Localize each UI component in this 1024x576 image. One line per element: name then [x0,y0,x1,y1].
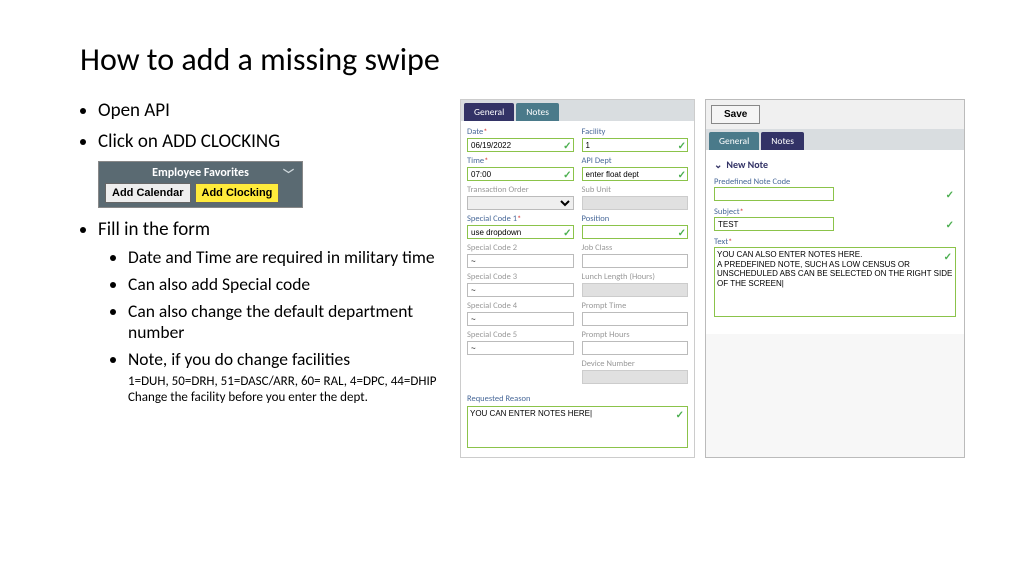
chevron-down-icon[interactable]: ﹀ [283,166,294,182]
add-calendar-button[interactable]: Add Calendar [105,183,191,203]
check-icon: ✓ [563,139,571,152]
favorites-title: Employee Favorites ﹀ [105,166,296,180]
add-clocking-button[interactable]: Add Clocking [195,183,280,203]
clocking-form-screenshot: General Notes Date*✓ Time*✓ Transaction … [460,99,695,458]
special-code-4-field[interactable] [467,312,574,326]
check-icon: ✓ [946,188,954,201]
sub-date-time: Date and Time are required in military t… [128,247,440,268]
check-icon: ✓ [946,218,954,231]
transaction-order-select[interactable] [467,196,574,210]
predefined-note-code-field[interactable] [714,187,834,201]
date-field[interactable] [467,138,574,152]
check-icon: ✓ [678,168,686,181]
save-button[interactable]: Save [711,105,760,124]
sub-facilities: Note, if you do change facilities [128,349,440,370]
bullet-add-clocking: Click on ADD CLOCKING [98,130,440,153]
tab-general[interactable]: General [464,103,514,121]
special-code-5-field[interactable] [467,341,574,355]
prompt-time-field[interactable] [582,312,689,326]
lunch-length-field [582,283,689,297]
api-dept-field[interactable] [582,167,689,181]
special-code-1-field[interactable] [467,225,574,239]
notes-screenshot: Save General Notes ⌄New Note Predefined … [705,99,965,458]
device-number-field [582,370,689,384]
tab-notes-2[interactable]: Notes [761,132,804,150]
tab-notes[interactable]: Notes [516,103,559,121]
bullet-open-api: Open API [98,99,440,122]
facilities-detail: 1=DUH, 50=DRH, 51=DASC/ARR, 60= RAL, 4=D… [128,374,440,405]
page-title: How to add a missing swipe [80,40,944,79]
check-icon: ✓ [676,408,684,421]
special-code-3-field[interactable] [467,283,574,297]
subject-field[interactable] [714,217,834,231]
check-icon: ✓ [563,226,571,239]
tab-general-2[interactable]: General [709,132,759,150]
note-text-textarea[interactable] [714,247,956,317]
special-code-2-field[interactable] [467,254,574,268]
new-note-header[interactable]: ⌄New Note [714,158,956,171]
job-class-field[interactable] [582,254,689,268]
requested-reason-textarea[interactable] [467,406,688,448]
check-icon: ✓ [678,139,686,152]
sub-special-code: Can also add Special code [128,274,440,295]
facility-field[interactable] [582,138,689,152]
chevron-down-icon: ⌄ [714,158,722,171]
bullet-fill-form: Fill in the form Date and Time are requi… [98,218,440,405]
check-icon: ✓ [563,168,571,181]
prompt-hours-field[interactable] [582,341,689,355]
check-icon: ✓ [944,250,952,263]
employee-favorites-widget: Employee Favorites ﹀ Add Calendar Add Cl… [98,161,303,208]
sub-dept: Can also change the default department n… [128,301,440,343]
sub-unit-field [582,196,689,210]
check-icon: ✓ [678,226,686,239]
time-field[interactable] [467,167,574,181]
position-field[interactable] [582,225,689,239]
